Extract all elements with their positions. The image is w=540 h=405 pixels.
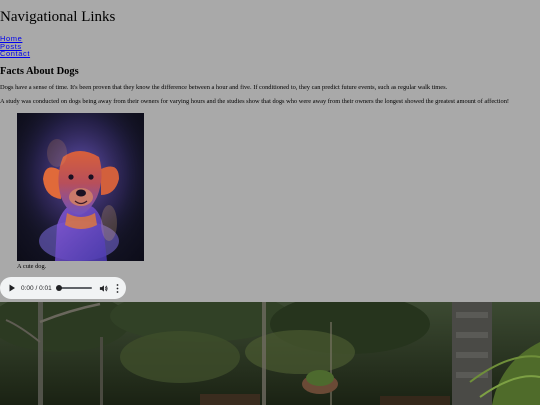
- more-options-icon: [116, 283, 119, 293]
- more-options-button[interactable]: [113, 282, 123, 294]
- page-title: Navigational Links: [0, 9, 116, 25]
- nav-item-contact: Contact: [0, 48, 30, 58]
- dog-photo: [17, 113, 144, 261]
- paragraph-affection-study: A study was conducted on dogs being away…: [0, 98, 510, 105]
- audio-seek-bar[interactable]: [55, 285, 92, 291]
- audio-player[interactable]: 0:00 / 0:01: [0, 277, 126, 299]
- play-icon: [9, 284, 15, 292]
- volume-icon: [100, 284, 108, 292]
- nav-item-posts: Posts: [0, 41, 30, 50]
- audio-time: 0:00 / 0:01: [21, 284, 52, 292]
- nav-links: Home Posts Contact: [0, 33, 30, 58]
- audio-seek-thumb[interactable]: [55, 285, 62, 291]
- nav-link-contact[interactable]: Contact: [0, 49, 30, 58]
- section-heading: Facts About Dogs: [0, 66, 79, 77]
- garden-video[interactable]: [0, 302, 540, 405]
- garden-video-frame: [0, 302, 540, 405]
- nav-item-home: Home: [0, 33, 30, 43]
- play-button[interactable]: [6, 282, 18, 294]
- dog-figure: A cute dog.: [17, 113, 145, 271]
- dog-caption: A cute dog.: [17, 263, 47, 270]
- paragraph-sense-of-time: Dogs have a sense of time. It's been pro…: [0, 84, 448, 91]
- mute-button[interactable]: [98, 282, 110, 294]
- dog-photo-art: [17, 113, 144, 261]
